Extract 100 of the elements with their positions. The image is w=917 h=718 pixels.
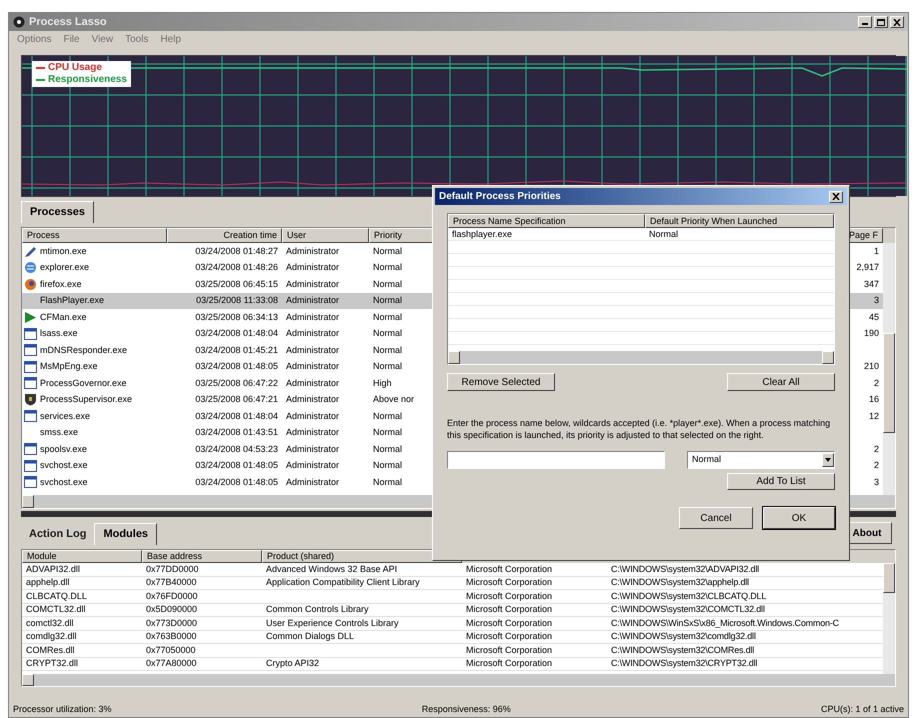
- table-cell-text: Normal: [372, 261, 404, 274]
- table-cell-text: Administrator: [285, 410, 340, 422]
- table-cell: mDNSResponder.exe: [40, 344, 128, 357]
- table-cell-text: 12: [868, 410, 880, 422]
- table-cell-text: Administrator: [285, 344, 340, 356]
- table-cell-text: 03/24/2008 01:45:21: [194, 344, 279, 356]
- table-cell-text: Administrator: [285, 376, 340, 390]
- table-cell-text: 0x5D090000: [145, 603, 198, 616]
- table-cell-text: 2: [872, 442, 880, 456]
- table-cell-text: MsMpEng.exe: [40, 360, 98, 373]
- table-cell-text: Administrator: [285, 476, 340, 488]
- table-cell-text: Normal: [372, 344, 404, 356]
- table-cell-text: Normal: [372, 310, 404, 324]
- table-cell-text: Administrator: [285, 310, 340, 324]
- table-cell-text: Administrator: [285, 244, 340, 258]
- table-cell-text: 03/24/2008 04:53:23: [194, 442, 279, 456]
- table-cell-text: Administrator: [285, 327, 340, 340]
- table-cell-text: Microsoft Corporation: [465, 590, 554, 603]
- table-cell-text: 347: [862, 278, 880, 290]
- table-cell-text: Administrator: [285, 426, 340, 439]
- table-cell-text: explorer.exe: [40, 261, 90, 274]
- table-cell-text: Administrator: [285, 393, 340, 406]
- table-cell-text: Administrator: [285, 261, 340, 274]
- table-cell-text: Normal: [372, 476, 404, 488]
- table-cell-text: COMCTL32.dll: [25, 603, 87, 616]
- table-cell-text: 03/24/2008 01:48:05: [194, 459, 279, 472]
- table-cell-text: User Experience Controls Library: [265, 616, 400, 630]
- table-cell-text: CFMan.exe: [40, 310, 87, 324]
- table-cell-text: CRYPT32.dll: [25, 657, 79, 670]
- table-cell-text: 03/25/2008 06:47:21: [194, 393, 279, 406]
- table-cell-text: 03/24/2008 01:48:26: [194, 261, 279, 274]
- table-cell-text: C:\WINDOWS\WinSxS\x86_Microsoft.Windows.Common-C: [610, 616, 840, 630]
- table-cell-text: 03/25/2008 06:34:13: [194, 310, 279, 324]
- table-cell-text: Normal: [372, 327, 404, 340]
- table-cell-text: 03/24/2008 01:48:27: [194, 244, 279, 258]
- table-cell-text: Crypto API32: [265, 657, 320, 670]
- instructions-text: Enter the process name below, wildcards accepted (i.e. *player*.exe). When a process matching this specification is launched, its priority is adjusted to that selected on the right.: [447, 417, 832, 441]
- table-cell-text: 16: [868, 393, 880, 406]
- status-text: Processor utilization: 3%: [13, 702, 112, 716]
- table-cell-text: 0x77050000: [145, 644, 197, 656]
- table-cell-text: services.exe: [40, 410, 90, 422]
- table-cell-text: Application Compatibility Client Library: [265, 576, 421, 589]
- legend-label: Responsiveness: [48, 74, 127, 86]
- table-cell-text: 0x763B0000: [145, 630, 198, 643]
- table-cell-text: 0x77A80000: [145, 657, 198, 670]
- table-cell-text: comdlg32.dll: [25, 630, 78, 643]
- table-cell-text: FlashPlayer.exe: [40, 294, 104, 307]
- table-cell-text: Microsoft Corporation: [465, 630, 554, 643]
- table-cell-text: Microsoft Corporation: [465, 563, 554, 576]
- table-cell-text: 03/24/2008 01:48:05: [194, 360, 279, 373]
- table-cell-text: Normal: [372, 294, 404, 307]
- status-text: Responsiveness: 96%: [422, 702, 511, 716]
- table-cell: spoolsv.exe: [40, 442, 87, 456]
- table-cell-text: Normal: [372, 442, 404, 456]
- table-cell-text: svchost.exe: [40, 476, 88, 488]
- table-cell-text: Normal: [372, 459, 404, 472]
- legend-label: CPU Usage: [48, 62, 102, 74]
- table-cell-text: mtimon.exe: [40, 244, 87, 258]
- table-cell-text: apphelp.dll: [25, 576, 71, 589]
- table-cell-text: ADVAPI32.dll: [25, 563, 81, 576]
- table-cell-text: Administrator: [285, 459, 340, 472]
- table-cell-text: 190: [862, 327, 880, 340]
- table-cell-text: Administrator: [285, 360, 340, 373]
- dialog-title: Default Process Priorities: [439, 190, 561, 204]
- table-cell-text: 03/24/2008 01:43:51: [194, 426, 279, 439]
- table-cell-text: 0x76FD0000: [145, 590, 199, 602]
- table-cell-text: lsass.exe: [40, 327, 78, 340]
- table-cell-text: svchost.exe: [40, 459, 88, 472]
- table-cell-text: Normal: [372, 244, 404, 258]
- table-cell-text: 03/25/2008 06:47:22: [194, 376, 279, 390]
- table-cell-text: Microsoft Corporation: [465, 644, 554, 657]
- table-cell-text: Common Controls Library: [265, 603, 370, 616]
- table-cell-text: 03/25/2008 06:45:15: [194, 278, 279, 290]
- table-cell-text: 03/25/2008 11:33:08: [195, 294, 279, 307]
- table-cell-text: 2: [872, 459, 880, 472]
- table-cell-text: comctl32.dll: [25, 616, 75, 630]
- table-cell-text: Administrator: [285, 294, 340, 307]
- table-cell-text: High: [372, 376, 393, 390]
- table-cell-text: 03/24/2008 01:48:04: [194, 410, 279, 422]
- table-cell-text: COMRes.dll: [25, 644, 76, 656]
- table-cell-text: 0x77B40000: [145, 576, 198, 589]
- table-cell-text: C:\WINDOWS\system32\CLBCATQ.DLL: [610, 590, 768, 603]
- table-cell-text: Normal: [648, 228, 680, 241]
- table-cell-text: 03/24/2008 01:48:05: [194, 476, 279, 488]
- table-cell-text: 03/24/2008 01:48:04: [194, 327, 279, 340]
- status-text: CPU(s): 1 of 1 active: [820, 702, 904, 716]
- table-cell-text: 210: [862, 360, 880, 373]
- table-cell-text: 2,917: [855, 261, 880, 274]
- table-cell-text: C:\WINDOWS\system32\COMRes.dll: [610, 644, 756, 657]
- table-cell-text: C:\WINDOWS\system32\apphelp.dll: [610, 576, 750, 589]
- table-cell-text: Above nor: [372, 393, 416, 406]
- table-cell-text: CLBCATQ.DLL: [25, 590, 88, 603]
- table-cell-text: Microsoft Corporation: [465, 603, 554, 616]
- table-cell-text: 3: [872, 294, 880, 307]
- table-cell-text: C:\WINDOWS\system32\comdlg32.dll: [610, 630, 757, 643]
- table-cell-text: C:\WINDOWS\system32\CRYPT32.dll: [610, 657, 758, 670]
- table-cell-text: Microsoft Corporation: [465, 576, 554, 589]
- table-cell-text: smss.exe: [40, 426, 78, 439]
- window-title: Process Lasso: [29, 14, 107, 30]
- table-cell-text: Microsoft Corporation: [465, 616, 554, 630]
